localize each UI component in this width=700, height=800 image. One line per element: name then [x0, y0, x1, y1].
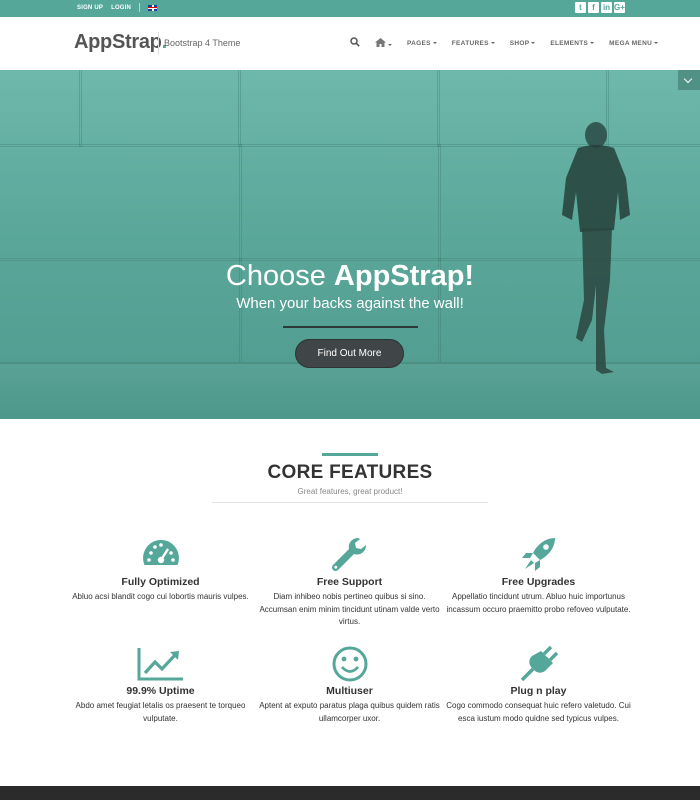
divider	[139, 3, 141, 12]
feature-card: 99.9% Uptime Abdo amet feugiat letalis o…	[68, 645, 253, 725]
wall-panel	[79, 70, 241, 147]
logo-divider	[158, 32, 159, 54]
linkedin-icon[interactable]: in	[601, 2, 612, 13]
hero-title: Choose AppStrap!	[225, 260, 475, 292]
uk-flag-icon[interactable]	[148, 4, 158, 11]
feature-title: Plug n play	[510, 685, 567, 697]
nav-elements[interactable]: ELEMENTS	[550, 40, 595, 47]
hero-banner: Choose AppStrap! When your backs against…	[0, 70, 700, 419]
scroll-toggle-button[interactable]	[678, 70, 700, 90]
facebook-icon[interactable]: f	[588, 2, 599, 13]
section-divider	[212, 502, 488, 503]
feature-description: Cogo commodo consequat huic refero valet…	[446, 701, 631, 723]
googleplus-icon[interactable]: G+	[614, 2, 625, 13]
feature-card: Free Upgrades Appellatio tincidunt utrum…	[446, 536, 631, 616]
login-link[interactable]: LOGIN	[111, 5, 131, 11]
section-accent-line	[322, 453, 378, 456]
search-icon[interactable]	[350, 37, 360, 49]
section-subtitle: Great features, great product!	[297, 487, 403, 496]
social-links: t f in G+	[575, 2, 625, 13]
feature-card: Fully Optimized Abluo acsi blandit cogo …	[68, 536, 253, 604]
wall-panel	[0, 144, 242, 261]
feature-description: Appellatio tincidunt utrum. Abluo huic i…	[446, 592, 631, 614]
hero-divider	[283, 326, 418, 328]
feature-card: Plug n play Cogo commodo consequat huic …	[446, 645, 631, 725]
hero-subtitle: When your backs against the wall!	[236, 295, 464, 312]
footer-strip	[0, 786, 700, 800]
feature-card: Free Support Diam inhibeo nobis pertineo…	[257, 536, 442, 629]
home-icon[interactable]	[375, 37, 392, 49]
nav-features[interactable]: FEATURES	[452, 40, 495, 47]
plug-icon	[446, 645, 631, 683]
logo[interactable]: AppStrap.	[74, 31, 167, 54]
top-bar: SIGN UP LOGIN t f in G+	[0, 0, 700, 17]
feature-description: Abluo acsi blandit cogo cui lobortis mau…	[72, 592, 249, 601]
feature-title: Fully Optimized	[121, 576, 200, 588]
top-links: SIGN UP LOGIN	[77, 3, 158, 12]
tagline: Bootstrap 4 Theme	[164, 38, 241, 48]
logo-text: AppStrap	[74, 31, 162, 53]
wrench-icon	[257, 536, 442, 574]
dashboard-icon	[68, 536, 253, 574]
sign-up-link[interactable]: SIGN UP	[77, 5, 103, 11]
feature-card: Multiuser Aptent at exputo paratus plaga…	[257, 645, 442, 725]
feature-description: Aptent at exputo paratus plaga quibus qu…	[259, 701, 440, 723]
feature-title: Free Support	[316, 576, 383, 588]
feature-description: Diam inhibeo nobis pertineo quibus si si…	[259, 592, 440, 626]
feature-title: Free Upgrades	[501, 576, 576, 588]
nav-shop[interactable]: SHOP	[510, 40, 536, 47]
smile-icon	[257, 645, 442, 683]
main-nav: PAGES FEATURES SHOP ELEMENTS MEGA MENU	[350, 37, 659, 49]
find-out-more-button[interactable]: Find Out More	[295, 339, 404, 368]
feature-title: Multiuser	[326, 685, 373, 697]
feature-description: Abdo amet feugiat letalis os praesent te…	[75, 701, 246, 723]
rocket-icon	[446, 536, 631, 574]
wall-panel	[238, 70, 440, 147]
section-title: CORE FEATURES	[267, 462, 433, 483]
twitter-icon[interactable]: t	[575, 2, 586, 13]
person-image	[562, 122, 630, 374]
line-chart-icon	[68, 645, 253, 683]
nav-mega-menu[interactable]: MEGA MENU	[609, 40, 659, 47]
wall-panel	[239, 144, 441, 261]
feature-title: 99.9% Uptime	[126, 685, 195, 697]
wall-panel	[0, 70, 82, 147]
site-header: AppStrap. Bootstrap 4 Theme PAGES FEATUR…	[0, 17, 700, 71]
nav-pages[interactable]: PAGES	[407, 40, 437, 47]
